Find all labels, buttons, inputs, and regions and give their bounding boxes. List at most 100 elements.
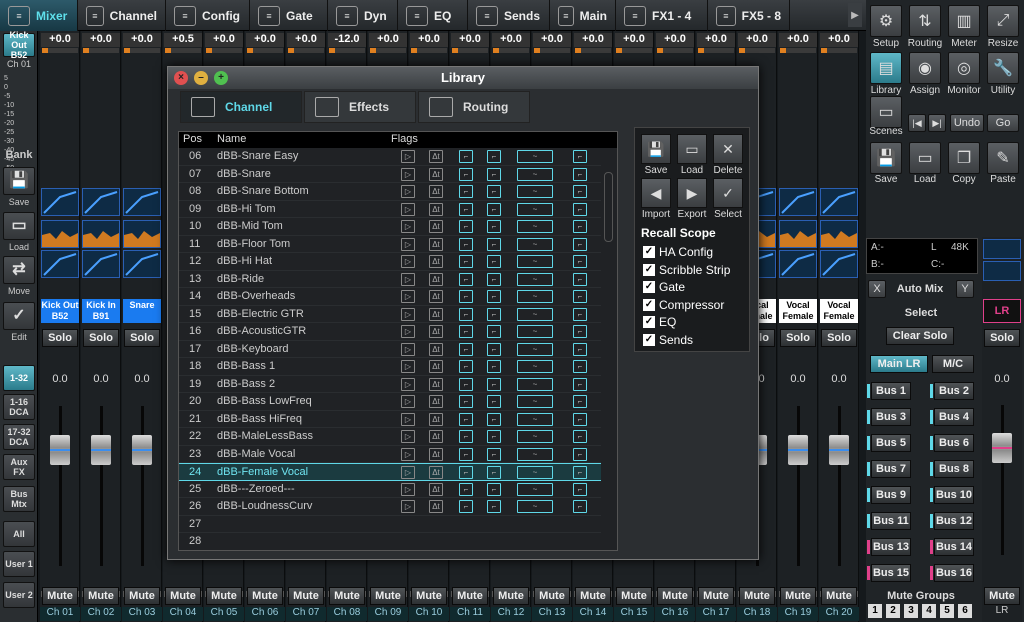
tab-config[interactable]: ≡ Config bbox=[166, 0, 250, 31]
bus-button-5[interactable]: Bus 5 bbox=[871, 434, 911, 452]
mute-group-4[interactable]: 4 bbox=[922, 604, 936, 618]
mute-button[interactable]: Mute bbox=[780, 587, 816, 605]
save-scene-icon[interactable]: 💾 bbox=[870, 142, 902, 174]
gain-value[interactable]: +0.5 bbox=[164, 33, 202, 47]
preset-row[interactable]: 11 dBB-Floor Tom ▷ Δt ⌐ ⌐ ~ ⌐ bbox=[179, 236, 601, 253]
setup-icon[interactable]: ⚙ bbox=[870, 5, 902, 37]
bank-button-5[interactable]: All bbox=[3, 521, 35, 547]
gain-value[interactable]: +0.0 bbox=[615, 33, 653, 47]
main-lr-button[interactable]: Main LR bbox=[870, 355, 928, 373]
bus-button-13[interactable]: Bus 13 bbox=[871, 538, 911, 556]
mute-button[interactable]: Mute bbox=[493, 587, 529, 605]
fader-handle[interactable] bbox=[829, 435, 849, 465]
preset-row[interactable]: 12 dBB-Hi Hat ▷ Δt ⌐ ⌐ ~ ⌐ bbox=[179, 253, 601, 271]
library-tab-effects[interactable]: Effects bbox=[304, 91, 416, 123]
mute-button[interactable]: Mute bbox=[288, 587, 324, 605]
bus-button-1[interactable]: Bus 1 bbox=[871, 382, 911, 400]
mute-button[interactable]: Mute bbox=[329, 587, 365, 605]
solo-button[interactable]: Solo bbox=[83, 329, 119, 347]
tab-dyn[interactable]: ≡ Dyn bbox=[328, 0, 398, 31]
utility-icon[interactable]: 🔧 bbox=[987, 52, 1019, 84]
automix-x-button[interactable]: X bbox=[868, 280, 886, 298]
move-icon[interactable]: ⇄ bbox=[3, 256, 35, 284]
bus-button-10[interactable]: Bus 10 bbox=[934, 486, 974, 504]
gain-value[interactable]: +0.0 bbox=[41, 33, 79, 47]
edit-check-icon[interactable]: ✓ bbox=[3, 302, 35, 330]
bank-button-0[interactable]: 1-32 bbox=[3, 365, 35, 391]
preset-row[interactable]: 13 dBB-Ride ▷ Δt ⌐ ⌐ ~ ⌐ bbox=[179, 271, 601, 288]
monitor-icon[interactable]: ◎ bbox=[948, 52, 980, 84]
bank-button-7[interactable]: User 2 bbox=[3, 582, 35, 608]
gain-value[interactable]: +0.0 bbox=[205, 33, 243, 47]
mute-button[interactable]: Mute bbox=[124, 587, 160, 605]
bus-button-6[interactable]: Bus 6 bbox=[934, 434, 974, 452]
preset-row[interactable]: 10 dBB-Mid Tom ▷ Δt ⌐ ⌐ ~ ⌐ bbox=[179, 218, 601, 236]
preset-row[interactable]: 25 dBB---Zeroed--- ▷ Δt ⌐ ⌐ ~ ⌐ bbox=[179, 481, 601, 498]
preset-row[interactable]: 09 dBB-Hi Tom ▷ Δt ⌐ ⌐ ~ ⌐ bbox=[179, 201, 601, 218]
mute-button[interactable]: Mute bbox=[698, 587, 734, 605]
gain-value[interactable]: +0.0 bbox=[369, 33, 407, 47]
dyn-curve[interactable] bbox=[123, 250, 161, 278]
mute-group-3[interactable]: 3 bbox=[904, 604, 918, 618]
mute-button[interactable]: Mute bbox=[42, 587, 78, 605]
gain-value[interactable]: +0.0 bbox=[246, 33, 284, 47]
eq-curve[interactable] bbox=[820, 220, 858, 248]
channel-name-plate[interactable]: Vocal Female bbox=[820, 299, 858, 323]
recall-checkbox-1[interactable]: ✓ bbox=[643, 263, 655, 276]
preset-row[interactable]: 18 dBB-Bass 1 ▷ Δt ⌐ ⌐ ~ ⌐ bbox=[179, 358, 601, 376]
tab-scroll-right-button[interactable]: ▶ bbox=[848, 3, 862, 27]
recall-checkbox-2[interactable]: ✓ bbox=[643, 281, 655, 293]
gain-value[interactable]: +0.0 bbox=[697, 33, 735, 47]
bus-button-12[interactable]: Bus 12 bbox=[934, 512, 974, 530]
tab-eq[interactable]: ≡ EQ bbox=[398, 0, 468, 31]
mute-button[interactable]: Mute bbox=[165, 587, 201, 605]
mute-button[interactable]: Mute bbox=[616, 587, 652, 605]
fader-handle[interactable] bbox=[91, 435, 111, 465]
preset-list[interactable]: Pos Name Flags 06 dBB-Snare Easy ▷ Δt ⌐ ⌐ ~ ⌐ 07… bbox=[178, 131, 618, 551]
lr-curve-2[interactable] bbox=[983, 261, 1021, 281]
preset-row[interactable]: 23 dBB-Male Vocal ▷ Δt ⌐ ⌐ ~ ⌐ bbox=[179, 446, 601, 463]
maximize-icon[interactable]: + bbox=[214, 71, 228, 85]
preset-row[interactable]: 15 dBB-Electric GTR ▷ Δt ⌐ ⌐ ~ ⌐ bbox=[179, 306, 601, 323]
preset-row[interactable]: 26 dBB-LoudnessCurv ▷ Δt ⌐ ⌐ ~ ⌐ bbox=[179, 498, 601, 516]
fader-handle[interactable] bbox=[50, 435, 70, 465]
dyn-curve[interactable] bbox=[41, 250, 79, 278]
lr-mute-button[interactable]: Mute bbox=[984, 587, 1020, 605]
mute-button[interactable]: Mute bbox=[534, 587, 570, 605]
preset-row[interactable]: 24 dBB-Female Vocal ▷ Δt ⌐ ⌐ ~ ⌐ bbox=[179, 463, 601, 481]
bus-button-3[interactable]: Bus 3 bbox=[871, 408, 911, 426]
bank-button-6[interactable]: User 1 bbox=[3, 551, 35, 577]
scenes-icon[interactable]: ▭ bbox=[870, 96, 902, 128]
dyn-curve[interactable] bbox=[82, 250, 120, 278]
gate-curve[interactable] bbox=[779, 188, 817, 216]
bus-button-15[interactable]: Bus 15 bbox=[871, 564, 911, 582]
bus-button-2[interactable]: Bus 2 bbox=[934, 382, 974, 400]
clear-solo-button[interactable]: Clear Solo bbox=[886, 327, 954, 345]
gate-curve[interactable] bbox=[123, 188, 161, 216]
prev-scene-button[interactable]: |◀ bbox=[908, 114, 926, 132]
close-icon[interactable]: × bbox=[174, 71, 188, 85]
eq-curve[interactable] bbox=[41, 220, 79, 248]
list-scrollbar[interactable] bbox=[604, 172, 613, 242]
bus-button-16[interactable]: Bus 16 bbox=[934, 564, 974, 582]
load-scene-icon[interactable]: ▭ bbox=[909, 142, 941, 174]
mute-group-6[interactable]: 6 bbox=[958, 604, 972, 618]
channel-name-plate[interactable]: Vocal Female bbox=[779, 299, 817, 323]
next-scene-button[interactable]: ▶| bbox=[928, 114, 946, 132]
recall-checkbox-0[interactable]: ✓ bbox=[643, 246, 655, 258]
gain-value[interactable]: +0.0 bbox=[779, 33, 817, 47]
tab-fx5-8[interactable]: ≡ FX5 - 8 bbox=[708, 0, 790, 31]
gate-curve[interactable] bbox=[820, 188, 858, 216]
bus-button-8[interactable]: Bus 8 bbox=[934, 460, 974, 478]
mute-button[interactable]: Mute bbox=[247, 587, 283, 605]
preset-row[interactable]: 06 dBB-Snare Easy ▷ Δt ⌐ ⌐ ~ ⌐ bbox=[179, 148, 601, 166]
gain-value[interactable]: -12.0 bbox=[328, 33, 366, 47]
folder-icon[interactable]: ▭ bbox=[677, 134, 707, 164]
floppy-icon[interactable]: 💾 bbox=[3, 167, 35, 195]
mute-button[interactable]: Mute bbox=[657, 587, 693, 605]
solo-button[interactable]: Solo bbox=[821, 329, 857, 347]
gate-curve[interactable] bbox=[82, 188, 120, 216]
lr-fader-handle[interactable] bbox=[992, 433, 1012, 463]
library-tab-channel[interactable]: Channel bbox=[180, 91, 302, 123]
mute-button[interactable]: Mute bbox=[575, 587, 611, 605]
